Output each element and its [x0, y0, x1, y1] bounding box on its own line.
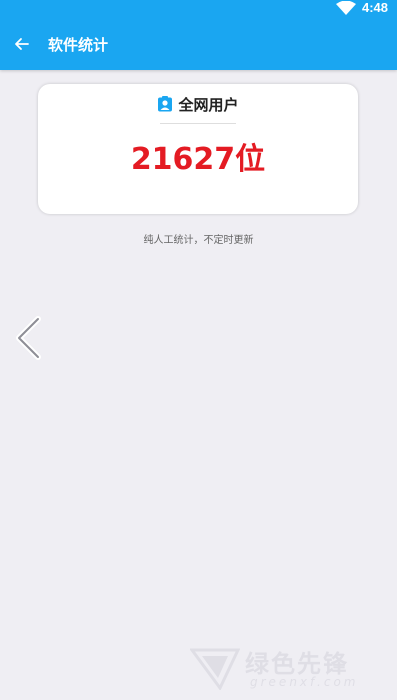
arrow-left-icon[interactable] — [12, 34, 32, 54]
stats-note: 纯人工统计，不定时更新 — [143, 235, 254, 246]
watermark-subtext: greenxf.com — [250, 675, 359, 689]
card-header: 全网用户 — [38, 94, 358, 114]
page-title: 软件统计 — [48, 36, 109, 54]
chevron-left-icon[interactable] — [11, 316, 45, 360]
card-divider — [160, 123, 236, 124]
watermark: 绿色先锋 greenxf.com — [190, 642, 395, 697]
wifi-icon — [336, 1, 356, 15]
watermark-logo-icon — [190, 648, 240, 690]
app-bar: 4:48 软件统计 — [0, 0, 397, 70]
status-bar: 4:48 — [0, 0, 397, 16]
card-title: 全网用户 — [178, 95, 239, 114]
status-time: 4:48 — [362, 0, 389, 15]
user-count: 21627位 — [130, 142, 266, 177]
user-badge-icon — [158, 96, 173, 112]
user-count-card: 全网用户 21627位 — [38, 84, 358, 214]
watermark-text: 绿色先锋 — [245, 650, 349, 678]
